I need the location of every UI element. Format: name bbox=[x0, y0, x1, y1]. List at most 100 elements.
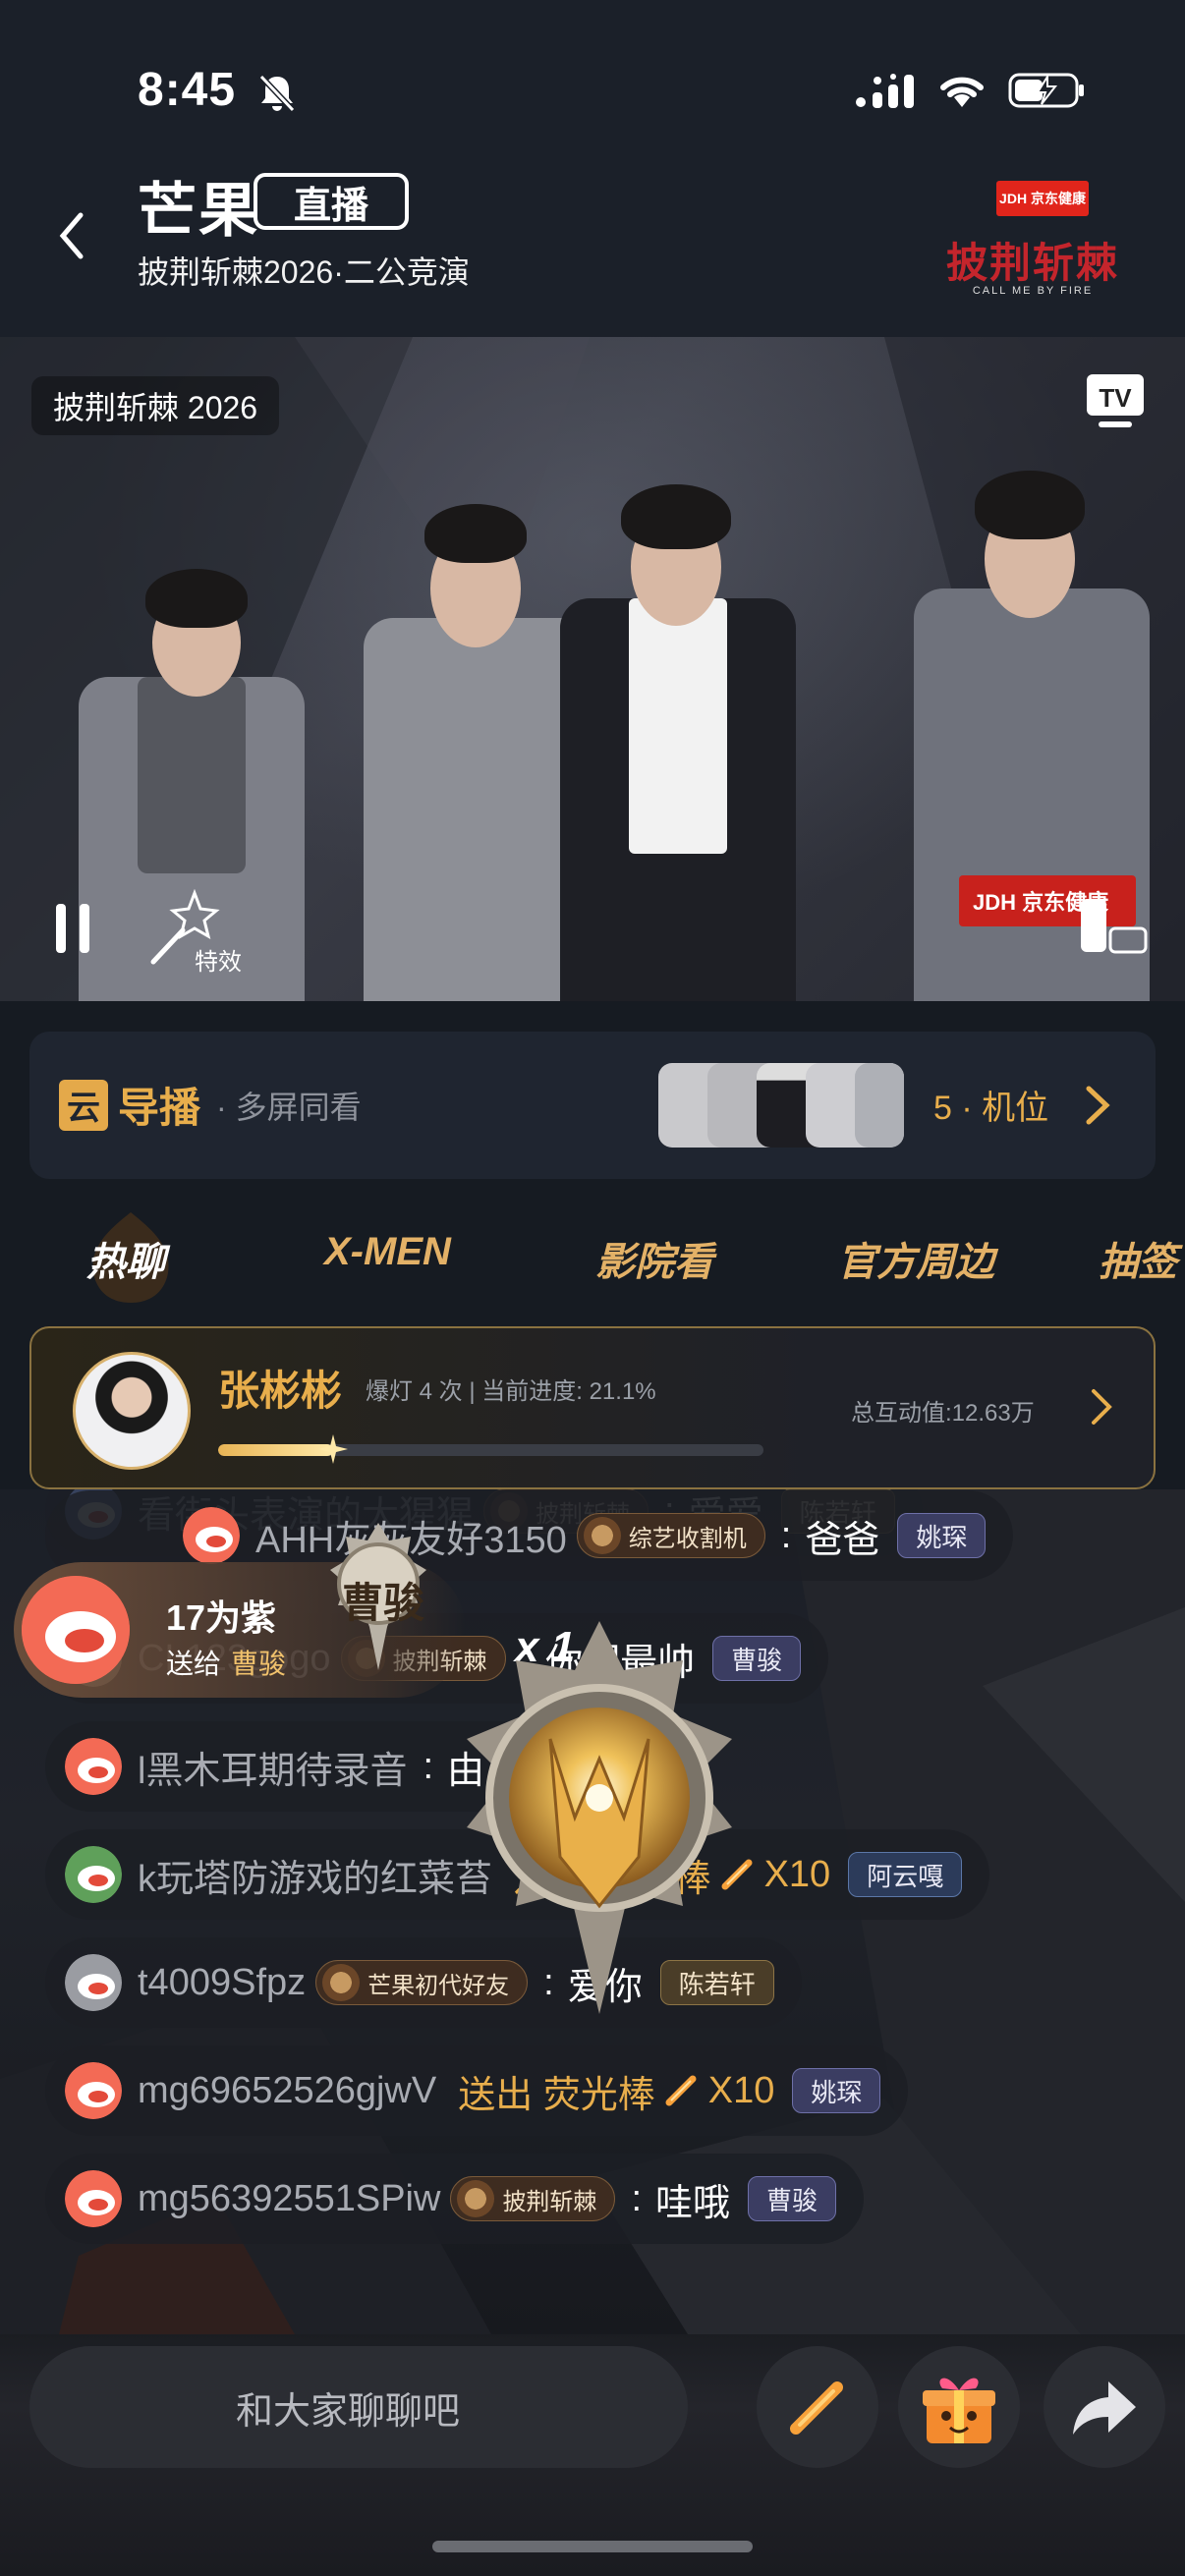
avatar-icon bbox=[65, 2170, 122, 2227]
show-logo: JDH 京东健康 披荆斩棘 CALL ME BY FIRE bbox=[920, 181, 1146, 328]
multi-camera-bar[interactable]: 云 导播 · 多屏同看 5 · 机位 bbox=[29, 1032, 1156, 1179]
star-name: 张彬彬 bbox=[218, 1368, 343, 1414]
director-title: 导播 bbox=[118, 1085, 201, 1131]
director-logo: 云 导播 · 多屏同看 bbox=[59, 1075, 362, 1135]
user-avatar[interactable] bbox=[183, 1507, 240, 1564]
glowstick-icon bbox=[665, 2075, 697, 2106]
live-tag: 直播 bbox=[254, 173, 409, 230]
star-avatar bbox=[73, 1352, 191, 1470]
glowstick-button[interactable] bbox=[757, 2346, 878, 2468]
user-avatar[interactable] bbox=[65, 1954, 122, 2011]
director-subtitle: · 多屏同看 bbox=[216, 1089, 362, 1125]
mango-avatar-icon bbox=[22, 1576, 130, 1684]
video-title: 披荆斩棘 2026 bbox=[31, 376, 280, 435]
chat-text: 爸爸 bbox=[805, 1519, 880, 1561]
user-avatar[interactable] bbox=[65, 1846, 122, 1903]
avatar-icon bbox=[65, 2062, 122, 2119]
cloud-icon: 云 bbox=[59, 1079, 108, 1131]
badge-icon bbox=[457, 2180, 495, 2217]
gift-count: X10 bbox=[763, 1853, 831, 1895]
home-indicator bbox=[432, 2541, 753, 2552]
gift-action: 送出 荧光棒 bbox=[458, 2074, 655, 2116]
gift-recipient: 曹骏 bbox=[231, 1649, 287, 1679]
chat-separator: : bbox=[631, 2177, 642, 2219]
share-button[interactable] bbox=[1044, 2346, 1165, 2468]
camera-thumbnails[interactable] bbox=[658, 1063, 933, 1148]
gift-box-icon bbox=[923, 2378, 995, 2443]
signal-icon bbox=[856, 74, 914, 108]
chat-separator: : bbox=[423, 1745, 434, 1787]
tab-cinema[interactable]: 影院看 bbox=[595, 1230, 713, 1287]
recipient-tag[interactable]: 姚琛 bbox=[792, 2068, 881, 2113]
star-progress-info: 爆灯 4 次 | 当前进度: 21.1% bbox=[366, 1378, 656, 1405]
progress-fill bbox=[218, 1444, 334, 1456]
camera-thumb bbox=[855, 1063, 904, 1148]
video-player[interactable]: 披荆斩棘 2026 TV JDH 京东健康 特效 bbox=[0, 337, 1185, 1001]
show-logo-subtitle: CALL ME BY FIRE bbox=[972, 285, 1094, 297]
pause-button[interactable] bbox=[43, 899, 102, 958]
chat-text: 哇哦 bbox=[655, 2182, 731, 2224]
avatar-icon bbox=[65, 1846, 122, 1903]
back-button[interactable] bbox=[47, 201, 96, 270]
progress-bar bbox=[218, 1444, 763, 1456]
tab-merch[interactable]: 官方周边 bbox=[837, 1230, 994, 1287]
chat-input[interactable]: 和大家聊聊吧 bbox=[29, 2346, 688, 2468]
user-avatar[interactable] bbox=[65, 2062, 122, 2119]
chevron-right-icon bbox=[1086, 1086, 1110, 1125]
wifi-icon bbox=[940, 77, 984, 107]
gift-button[interactable] bbox=[898, 2346, 1020, 2468]
header: 芒果 直播 披荆斩棘2026·二公竞演 JDH 京东健康 披荆斩棘 CALL M… bbox=[0, 147, 1185, 339]
bell-off-icon bbox=[258, 74, 296, 113]
avatar-icon bbox=[183, 1507, 240, 1564]
chat-username[interactable]: l黑木耳期待录音 bbox=[138, 1740, 407, 1794]
mango-tv-icon: TV bbox=[1087, 374, 1144, 427]
svg-text:TV: TV bbox=[1099, 383, 1132, 413]
rotate-screen-icon[interactable] bbox=[1075, 897, 1150, 960]
effects-button[interactable]: 特效 bbox=[147, 887, 255, 976]
tab-x-men[interactable]: X-MEN bbox=[324, 1230, 451, 1274]
fan-badge: 披荆斩棘 bbox=[450, 2176, 616, 2221]
effects-label: 特效 bbox=[195, 949, 242, 976]
avatar-icon bbox=[65, 1954, 122, 2011]
gift-medal-icon bbox=[467, 1621, 732, 2014]
glowstick-icon bbox=[790, 2381, 843, 2435]
chat-username[interactable]: mg56392551SPiw bbox=[138, 2178, 440, 2220]
battery-icon bbox=[1008, 73, 1084, 108]
chat-message[interactable]: mg69652526gjwV 送出 荧光棒 X10 姚琛 bbox=[45, 2045, 909, 2136]
bottom-bar: 和大家聊聊吧 bbox=[0, 2334, 1185, 2576]
user-avatar[interactable] bbox=[65, 2170, 122, 2227]
star-total-value: 总互动值:12.63万 bbox=[851, 1400, 1035, 1427]
camera-count: 5 · 机位 bbox=[933, 1090, 1049, 1127]
gift-sent-label: 送给 bbox=[166, 1649, 222, 1679]
tab-hot-chat[interactable]: 热聊 bbox=[86, 1230, 165, 1287]
fan-badge-label: 综艺收割机 bbox=[628, 1525, 747, 1552]
chat-username[interactable]: t4009Sfpz bbox=[138, 1962, 306, 2004]
program-subtitle: 披荆斩棘2026·二公竞演 bbox=[138, 254, 470, 290]
share-arrow-icon bbox=[1073, 2381, 1136, 2435]
medal-recipient-label: 曹骏 bbox=[342, 1579, 425, 1627]
chat-separator: : bbox=[780, 1514, 792, 1556]
recipient-tag[interactable]: 曹骏 bbox=[748, 2176, 837, 2221]
avatar-icon bbox=[65, 1738, 122, 1795]
chevron-right-icon bbox=[1092, 1389, 1112, 1425]
chevron-left-icon bbox=[59, 212, 84, 259]
show-logo-title: 披荆斩棘 bbox=[945, 239, 1119, 287]
performer-2 bbox=[364, 451, 590, 1001]
sparkle-icon bbox=[318, 1434, 349, 1464]
gift-sent-line: 送给 曹骏 bbox=[166, 1643, 286, 1682]
gifter-avatar bbox=[22, 1576, 130, 1684]
user-avatar[interactable] bbox=[65, 1738, 122, 1795]
recipient-tag[interactable]: 阿云嘎 bbox=[848, 1852, 963, 1897]
chat-username[interactable]: mg69652526gjwV bbox=[138, 2070, 436, 2112]
star-interaction-card[interactable]: 张彬彬 爆灯 4 次 | 当前进度: 21.1% 总互动值:12.63万 bbox=[29, 1326, 1156, 1489]
chat-message[interactable]: mg56392551SPiw 披荆斩棘: 哇哦 曹骏 bbox=[45, 2154, 865, 2244]
fan-badge-label: 披荆斩棘 bbox=[502, 2188, 597, 2215]
performer-3 bbox=[560, 441, 796, 1001]
tab-draw[interactable]: 抽签 bbox=[1099, 1230, 1177, 1287]
badge-icon bbox=[322, 1964, 361, 2001]
sponsor-badge: JDH 京东健康 bbox=[996, 181, 1089, 216]
recipient-tag[interactable]: 姚琛 bbox=[897, 1513, 987, 1558]
fan-badge: 综艺收割机 bbox=[576, 1513, 765, 1558]
app-logo: 芒果 bbox=[138, 178, 259, 244]
tab-bar: 热聊 X-MEN 影院看 官方周边 抽签 bbox=[0, 1208, 1185, 1307]
